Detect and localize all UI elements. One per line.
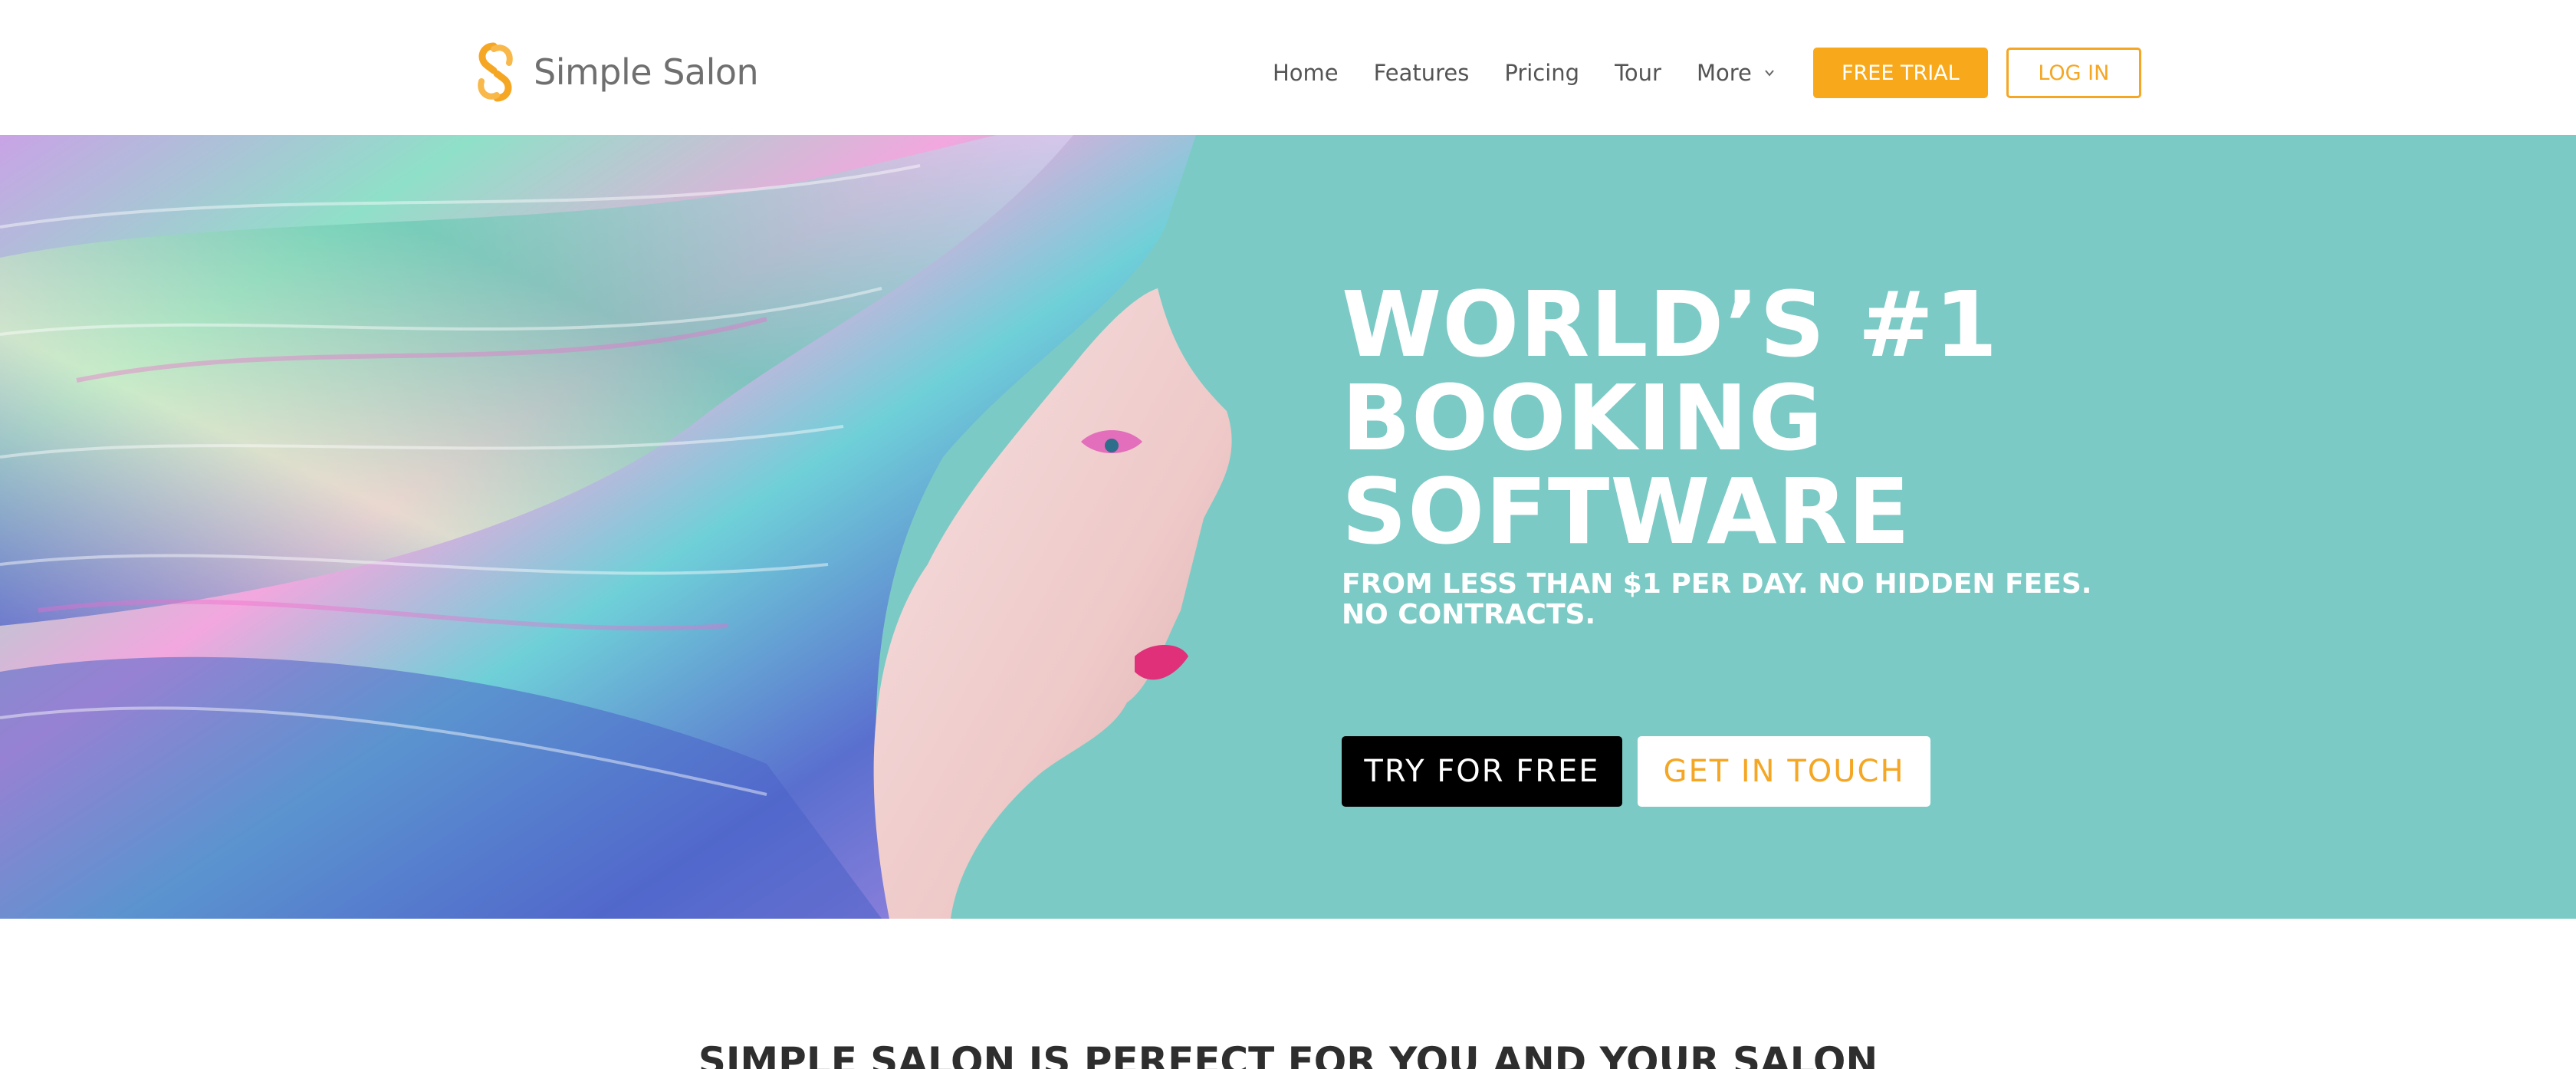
hero-image-woman-rainbow-hair (0, 135, 1232, 919)
nav-pricing[interactable]: Pricing (1504, 61, 1579, 84)
nav-more[interactable]: More (1696, 59, 1775, 86)
nav-tour[interactable]: Tour (1615, 61, 1661, 84)
main-nav: Home Features Pricing Tour More FREE TRI… (1273, 46, 2141, 100)
logo-link[interactable]: Simple Salon (471, 41, 759, 103)
site-header: Simple Salon Home Features Pricing Tour … (0, 0, 2576, 135)
hero-title-line-3: SOFTWARE (1342, 459, 1911, 564)
login-button[interactable]: LOG IN (2006, 48, 2141, 98)
free-trial-button[interactable]: FREE TRIAL (1812, 48, 1988, 98)
hero-title-line-1: WORLD’S #1 (1342, 271, 1999, 377)
logo-text: Simple Salon (534, 51, 759, 93)
hero-subtitle: FROM LESS THAN $1 PER DAY. NO HIDDEN FEE… (1342, 568, 2092, 630)
hero-title: WORLD’S #1 BOOKING SOFTWARE (1342, 278, 2108, 558)
nav-features[interactable]: Features (1374, 61, 1470, 84)
section-title: SIMPLE SALON IS PERFECT FOR YOU AND YOUR… (698, 1039, 1878, 1069)
nav-more-label: More (1696, 59, 1752, 86)
get-in-touch-button[interactable]: GET IN TOUCH (1638, 736, 1930, 807)
chevron-down-icon (1764, 67, 1775, 78)
nav-home[interactable]: Home (1273, 61, 1339, 84)
hero-banner: WORLD’S #1 BOOKING SOFTWARE FROM LESS TH… (0, 135, 2576, 919)
logo-icon (478, 42, 513, 102)
hero-title-line-2: BOOKING (1342, 365, 1824, 471)
try-for-free-button[interactable]: TRY FOR FREE (1342, 736, 1622, 807)
